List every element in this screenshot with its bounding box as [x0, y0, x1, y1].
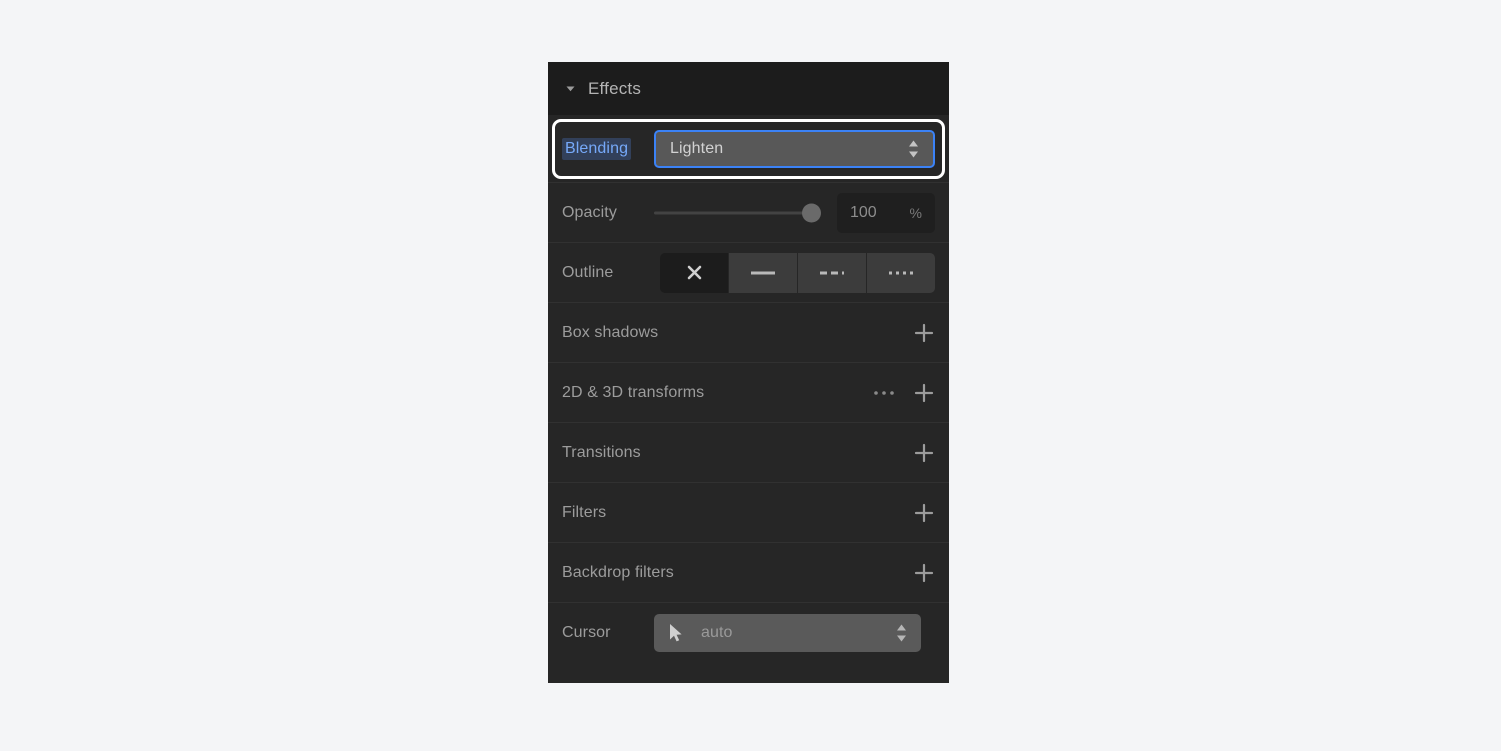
plus-icon[interactable] — [913, 322, 935, 344]
mouse-pointer-icon — [668, 623, 685, 643]
blending-label-wrap: Blending — [562, 137, 654, 160]
page-title: Effects — [588, 78, 642, 98]
outline-option-solid[interactable] — [729, 252, 798, 293]
row-transitions[interactable]: Transitions — [548, 423, 949, 483]
stepper-updown-icon[interactable] — [908, 140, 919, 157]
opacity-value: 100 — [850, 203, 877, 221]
effects-section-header[interactable]: Effects — [548, 62, 949, 115]
backdrop-filters-actions — [913, 562, 935, 584]
cursor-select[interactable]: auto — [654, 614, 921, 652]
outline-segmented-control — [660, 252, 935, 293]
blending-label: Blending — [562, 137, 632, 160]
opacity-number-field[interactable]: 100 % — [837, 192, 935, 233]
backdrop-filters-label: Backdrop filters — [562, 563, 674, 581]
close-x-icon — [687, 265, 701, 280]
outline-label: Outline — [562, 263, 614, 281]
line-dotted-icon — [889, 271, 913, 274]
effects-panel: Effects Blending Lighten Opacity 100 % O… — [548, 62, 949, 683]
plus-icon[interactable] — [913, 502, 935, 524]
plus-icon[interactable] — [913, 562, 935, 584]
blending-select-value: Lighten — [670, 139, 724, 157]
opacity-slider[interactable] — [654, 194, 829, 232]
box-shadows-actions — [913, 322, 935, 344]
outline-option-dashed[interactable] — [798, 252, 867, 293]
opacity-unit: % — [909, 204, 922, 221]
opacity-row: Opacity 100 % — [548, 183, 949, 243]
box-shadows-label: Box shadows — [562, 323, 659, 341]
row-backdrop-filters[interactable]: Backdrop filters — [548, 543, 949, 603]
row-box-shadows[interactable]: Box shadows — [548, 303, 949, 363]
plus-icon[interactable] — [913, 442, 935, 464]
triangle-down-icon[interactable] — [562, 81, 578, 97]
row-filters[interactable]: Filters — [548, 483, 949, 543]
transitions-label: Transitions — [562, 443, 641, 461]
outline-row: Outline — [548, 243, 949, 303]
line-dashed-icon — [820, 271, 844, 274]
row-2d-3d-transforms[interactable]: 2D & 3D transforms — [548, 363, 949, 423]
line-solid-icon — [751, 271, 775, 274]
transforms-label: 2D & 3D transforms — [562, 383, 705, 401]
opacity-slider-knob[interactable] — [802, 203, 821, 222]
cursor-label: Cursor — [562, 624, 611, 641]
opacity-slider-track — [654, 211, 815, 214]
outline-option-none[interactable] — [660, 252, 729, 293]
cursor-select-value: auto — [701, 624, 733, 641]
plus-icon[interactable] — [913, 382, 935, 404]
cursor-row: Cursor auto — [548, 603, 949, 663]
blending-row[interactable]: Blending Lighten — [548, 115, 949, 183]
stepper-updown-icon[interactable] — [896, 624, 907, 642]
filters-actions — [913, 502, 935, 524]
ellipsis-icon[interactable] — [873, 382, 895, 404]
transitions-actions — [913, 442, 935, 464]
blending-select[interactable]: Lighten — [654, 129, 935, 168]
transforms-actions — [873, 382, 935, 404]
filters-label: Filters — [562, 503, 607, 521]
opacity-label: Opacity — [562, 203, 617, 221]
outline-option-dotted[interactable] — [867, 252, 935, 293]
